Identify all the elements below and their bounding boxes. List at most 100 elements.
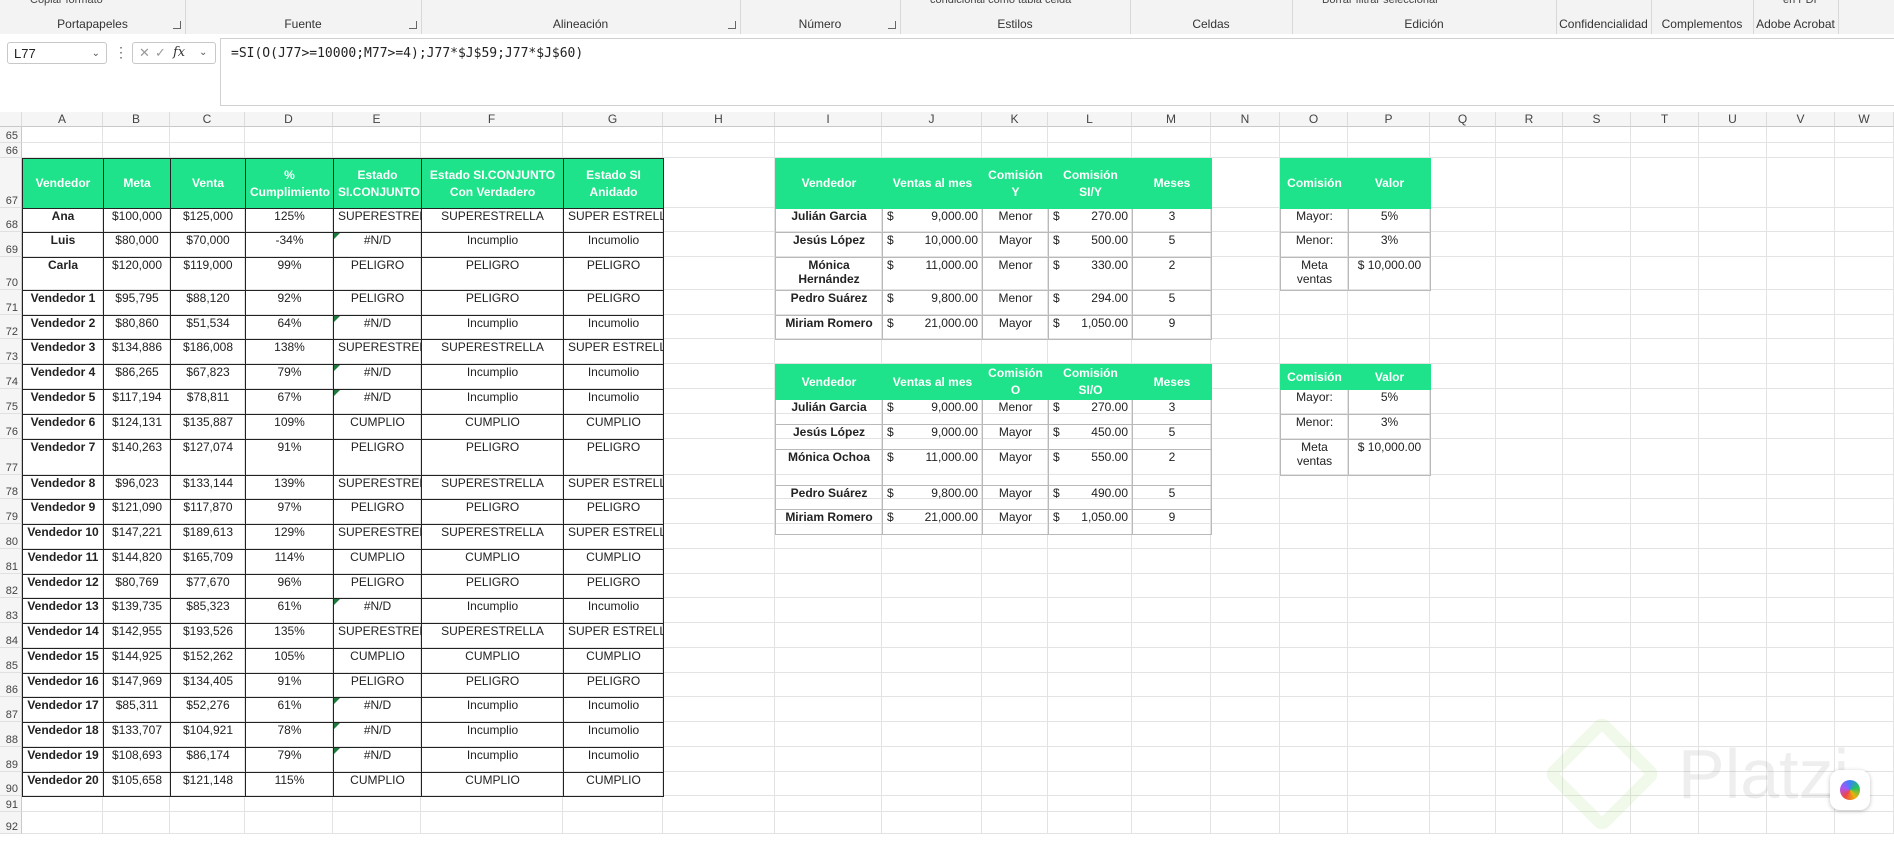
table-cell[interactable]: 61% [245,598,334,624]
table-cell[interactable]: 9 [1132,315,1212,340]
row-header[interactable]: 79 [0,499,22,524]
table-cell[interactable]: $100,000 [103,208,171,233]
table-cell[interactable]: Incumplio [421,598,564,624]
table-cell[interactable]: 114% [245,549,334,575]
table-header-cell[interactable]: Valor [1348,364,1431,390]
table-cell[interactable]: $85,323 [170,598,246,624]
table-cell[interactable]: SUPERESTREL [333,524,422,550]
table-cell[interactable]: 64% [245,315,334,340]
table-cell[interactable]: 5% [1348,208,1431,233]
table-cell[interactable]: Incumplio [421,747,564,773]
table-cell[interactable]: PELIGRO [421,439,564,476]
table-cell[interactable]: Mayor [982,509,1049,535]
table-cell[interactable]: $142,955 [103,623,171,649]
table-cell[interactable]: PELIGRO [421,257,564,291]
table-cell[interactable]: Mayor [982,232,1049,258]
table-cell[interactable]: #N/D [333,747,422,773]
row-header[interactable]: 91 [0,796,22,812]
ribbon-command-text[interactable]: condicional como tabla celda [930,0,1071,6]
table-cell[interactable]: Incumolio [563,697,664,723]
table-cell[interactable]: 138% [245,339,334,365]
table-cell[interactable]: $134,886 [103,339,171,365]
column-header[interactable]: S [1563,112,1631,127]
table-cell[interactable]: SUPERESTRELLA [421,524,564,550]
table-cell[interactable]: Vendedor 2 [22,315,104,340]
table-cell[interactable]: 3 [1132,399,1212,425]
table-cell[interactable]: $270.00 [1048,208,1133,233]
table-header-cell[interactable]: Comisión SI/O [1048,364,1133,400]
table-cell[interactable]: #N/D [333,315,422,340]
table-cell[interactable]: $550.00 [1048,449,1133,486]
column-header[interactable]: W [1835,112,1894,127]
table-cell[interactable]: 2 [1132,449,1212,486]
row-header[interactable]: 72 [0,315,22,339]
table-cell[interactable]: $147,221 [103,524,171,550]
table-cell[interactable]: $124,131 [103,414,171,440]
table-cell[interactable]: 92% [245,290,334,316]
table-cell[interactable]: 5 [1132,232,1212,258]
table-cell[interactable]: Incumolio [563,364,664,390]
ribbon-command-text[interactable]: en PDF [1783,0,1820,6]
table-cell[interactable]: $119,000 [170,257,246,291]
table-cell[interactable]: Meta ventas [1280,257,1349,291]
row-header[interactable]: 76 [0,414,22,439]
table-cell[interactable]: $11,000.00 [882,449,983,486]
table-cell[interactable]: $120,000 [103,257,171,291]
table-cell[interactable]: Incumplio [421,315,564,340]
copilot-button[interactable] [1830,770,1870,810]
table-cell[interactable]: 5 [1132,424,1212,450]
column-header[interactable]: Q [1430,112,1496,127]
table-cell[interactable]: $270.00 [1048,399,1133,425]
row-header[interactable]: 92 [0,812,22,834]
column-header[interactable]: R [1496,112,1563,127]
ribbon-command-text[interactable]: Copiar formato [30,0,103,6]
confirm-icon[interactable]: ✓ [155,43,166,63]
table-cell[interactable]: $140,263 [103,439,171,476]
table-cell[interactable]: PELIGRO [563,574,664,599]
table-cell[interactable]: PELIGRO [333,673,422,698]
table-cell[interactable]: $9,000.00 [882,399,983,425]
table-cell[interactable]: $133,144 [170,475,246,500]
table-cell[interactable]: $121,148 [170,772,246,797]
table-cell[interactable]: $77,670 [170,574,246,599]
column-header[interactable]: B [103,112,170,127]
table-cell[interactable]: CUMPLIO [333,549,422,575]
table-cell[interactable]: 125% [245,208,334,233]
table-cell[interactable]: SUPER ESTRELLA [563,339,664,365]
table-cell[interactable]: $134,405 [170,673,246,698]
column-header[interactable]: L [1048,112,1132,127]
table-header-cell[interactable]: Vendedor [22,158,104,209]
table-cell[interactable]: $1,050.00 [1048,509,1133,535]
row-header[interactable]: 75 [0,389,22,414]
table-cell[interactable]: Vendedor 5 [22,389,104,415]
table-cell[interactable]: $104,921 [170,722,246,748]
table-cell[interactable]: 3% [1348,414,1431,440]
table-cell[interactable]: $127,074 [170,439,246,476]
table-cell[interactable]: Jesús López [775,232,883,258]
table-cell[interactable]: Vendedor 1 [22,290,104,316]
table-cell[interactable]: CUMPLIO [421,772,564,797]
table-cell[interactable]: 67% [245,389,334,415]
table-cell[interactable]: PELIGRO [563,673,664,698]
row-header[interactable]: 87 [0,697,22,722]
table-cell[interactable]: $96,023 [103,475,171,500]
name-box[interactable]: L77 ⌄ [7,42,107,64]
table-cell[interactable]: CUMPLIO [563,414,664,440]
table-cell[interactable]: Mayor [982,449,1049,486]
table-cell[interactable]: CUMPLIO [333,772,422,797]
dialog-launcher-icon[interactable] [888,21,896,29]
table-cell[interactable]: $117,870 [170,499,246,525]
table-cell[interactable]: Julián Garcia [775,208,883,233]
column-header[interactable]: E [333,112,421,127]
column-header[interactable]: N [1211,112,1280,127]
table-cell[interactable]: CUMPLIO [333,414,422,440]
table-cell[interactable]: SUPERESTRELLA [421,208,564,233]
row-header[interactable]: 81 [0,549,22,574]
table-cell[interactable]: $193,526 [170,623,246,649]
table-cell[interactable]: Vendedor 18 [22,722,104,748]
cancel-icon[interactable]: ✕ [139,43,150,63]
table-header-cell[interactable]: Estado SI.CONJUNTO [333,158,422,209]
row-header[interactable]: 68 [0,208,22,232]
column-header[interactable]: J [882,112,982,127]
table-cell[interactable]: Vendedor 9 [22,499,104,525]
